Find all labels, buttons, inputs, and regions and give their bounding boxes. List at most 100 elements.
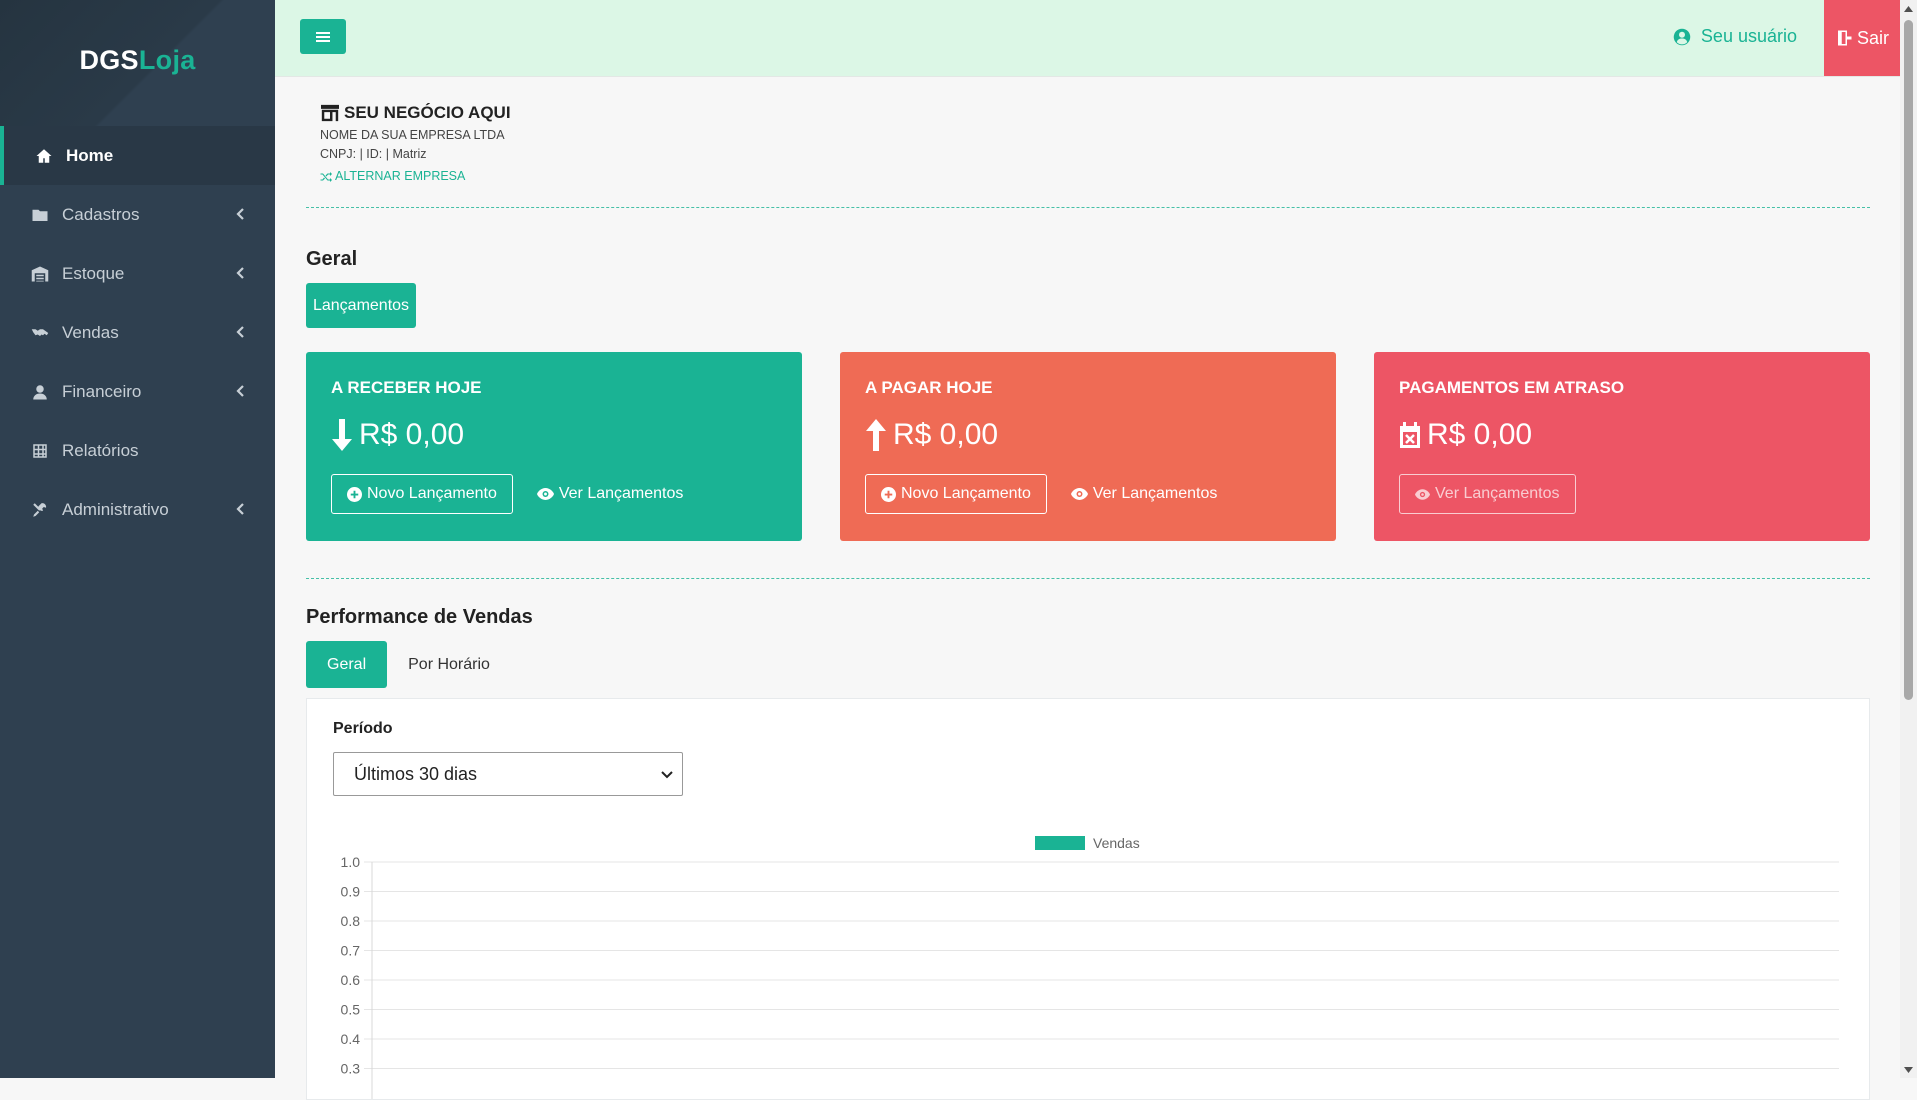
- period-select-value: Últimos 30 dias: [354, 763, 478, 784]
- card-actions: Novo Lançamento Ver Lançamentos: [331, 474, 683, 514]
- y-tick-label: 0.6: [341, 972, 361, 988]
- sidebar-item-vendas[interactable]: Vendas: [0, 303, 275, 362]
- page-scrollbar[interactable]: [1900, 0, 1917, 1078]
- card-amount-value: R$ 0,00: [359, 418, 465, 451]
- plus-circle-icon: [347, 486, 362, 502]
- legend-swatch: [1035, 836, 1085, 850]
- arrow-down-icon: [332, 419, 352, 451]
- warehouse-icon: [30, 264, 50, 284]
- calendar-x-icon: [1400, 422, 1420, 448]
- view-entries-link[interactable]: Ver Lançamentos: [536, 485, 684, 503]
- sales-performance-section: Performance de Vendas Geral Por Horário …: [306, 606, 1870, 1100]
- sidebar-item-label: Financeiro: [62, 381, 142, 401]
- sidebar-item-label: Estoque: [62, 263, 125, 283]
- sidebar-item-cadastros[interactable]: Cadastros: [0, 185, 275, 244]
- chevron-left-icon: [235, 266, 249, 281]
- tab-geral[interactable]: Geral: [306, 641, 388, 688]
- company-info: SEU NEGÓCIO AQUI NOME DA SUA EMPRESA LTD…: [320, 103, 1870, 183]
- main-content: SEU NEGÓCIO AQUI NOME DA SUA EMPRESA LTD…: [306, 76, 1870, 1100]
- card-title: A RECEBER HOJE: [331, 378, 482, 397]
- table-icon: [30, 441, 50, 461]
- performance-panel: Período Últimos 30 dias Vendas 1.0 0.9 0.8 0…: [306, 698, 1870, 1100]
- sales-performance-title: Performance de Vendas: [306, 606, 533, 628]
- view-entries-label: Ver Lançamentos: [558, 485, 684, 502]
- period-label: Período: [333, 720, 393, 737]
- sidebar-item-label: Home: [66, 145, 114, 165]
- new-entry-button[interactable]: Novo Lançamento: [865, 474, 1047, 514]
- hamburger-icon: [316, 31, 330, 42]
- section-divider: [306, 207, 1870, 208]
- sidebar-item-home[interactable]: Home: [0, 126, 275, 185]
- receivable-today-card: A RECEBER HOJE R$ 0,00 Novo Lançamento V…: [306, 352, 802, 541]
- door-exit-icon: [1837, 30, 1852, 46]
- home-icon: [34, 146, 54, 166]
- view-entries-link[interactable]: Ver Lançamentos: [1070, 485, 1218, 503]
- new-entry-button[interactable]: Novo Lançamento: [331, 474, 513, 514]
- sidebar-item-relatorios[interactable]: Relatórios: [0, 421, 275, 480]
- sidebar: DGSLoja Home Cadastros Estoque Vendas Fi…: [0, 0, 275, 1078]
- chevron-left-icon: [235, 325, 249, 340]
- scroll-up-arrow-icon[interactable]: [1900, 0, 1917, 17]
- card-amount-value: R$ 0,00: [1427, 418, 1533, 451]
- payable-today-card: A PAGAR HOJE R$ 0,00 Novo Lançamento Ver…: [840, 352, 1336, 541]
- card-title: A PAGAR HOJE: [865, 378, 993, 397]
- chevron-left-icon: [235, 384, 249, 399]
- money-user-icon: [30, 382, 50, 402]
- sidebar-item-administrativo[interactable]: Administrativo: [0, 480, 275, 539]
- shuffle-icon: [320, 171, 332, 182]
- legend-label: Vendas: [1093, 835, 1140, 851]
- sidebar-menu: Home Cadastros Estoque Vendas Financeiro…: [0, 126, 275, 539]
- switch-company-link[interactable]: ALTERNAR EMPRESA: [320, 169, 1870, 183]
- user-menu-link[interactable]: Seu usuário: [1673, 26, 1797, 47]
- summary-cards: A RECEBER HOJE R$ 0,00 Novo Lançamento V…: [306, 352, 1870, 541]
- company-title-text: SEU NEGÓCIO AQUI: [344, 103, 511, 122]
- tools-icon: [30, 500, 50, 520]
- logout-button[interactable]: Sair: [1824, 0, 1900, 76]
- sidebar-item-label: Relatórios: [62, 440, 139, 460]
- eye-icon: [536, 488, 554, 500]
- arrow-up-icon: [866, 419, 886, 451]
- chevron-down-icon: [661, 771, 673, 779]
- brand-logo[interactable]: DGSLoja: [0, 0, 275, 126]
- performance-tabs: Geral Por Horário: [306, 641, 1870, 688]
- view-entries-label: Ver Lançamentos: [1435, 485, 1560, 502]
- entries-button[interactable]: Lançamentos: [306, 283, 416, 328]
- view-entries-button[interactable]: Ver Lançamentos: [1399, 474, 1576, 514]
- eye-icon: [1415, 488, 1430, 500]
- card-actions: Novo Lançamento Ver Lançamentos: [865, 474, 1217, 514]
- card-amount: R$ 0,00: [1399, 418, 1532, 452]
- y-tick-label: 0.5: [341, 1002, 361, 1018]
- period-select[interactable]: Últimos 30 dias: [333, 752, 683, 796]
- top-navbar: Seu usuário Sair: [275, 0, 1900, 77]
- brand-text-secondary: Loja: [138, 44, 196, 75]
- sidebar-item-financeiro[interactable]: Financeiro: [0, 362, 275, 421]
- handshake-icon: [30, 323, 50, 343]
- new-entry-label: Novo Lançamento: [367, 485, 497, 502]
- general-title: Geral: [306, 248, 358, 270]
- store-icon: [321, 104, 339, 122]
- folder-icon: [30, 205, 50, 225]
- view-entries-label: Ver Lançamentos: [1092, 485, 1218, 502]
- y-tick-label: 0.3: [341, 1061, 361, 1077]
- user-name: Seu usuário: [1700, 26, 1797, 46]
- sidebar-toggle-button[interactable]: [300, 19, 346, 54]
- company-details: CNPJ: | ID: | Matriz: [320, 147, 427, 161]
- y-tick-label: 0.8: [341, 913, 361, 929]
- tab-por-horario[interactable]: Por Horário: [387, 641, 511, 688]
- scrollbar-thumb[interactable]: [1904, 20, 1913, 700]
- sales-chart: Vendas 1.0 0.9 0.8 0.7 0.6 0.5 0.4 0.3: [341, 835, 1839, 1099]
- card-actions: Ver Lançamentos: [1399, 474, 1576, 514]
- card-amount-value: R$ 0,00: [893, 418, 999, 451]
- sidebar-item-label: Cadastros: [62, 204, 140, 224]
- chevron-left-icon: [235, 207, 249, 222]
- y-tick-label: 0.4: [341, 1031, 361, 1047]
- y-tick-label: 1.0: [341, 854, 361, 870]
- sidebar-item-estoque[interactable]: Estoque: [0, 244, 275, 303]
- switch-company-label: ALTERNAR EMPRESA: [335, 169, 466, 183]
- sidebar-item-label: Administrativo: [62, 499, 169, 519]
- chevron-left-icon: [235, 502, 249, 517]
- scroll-down-arrow-icon[interactable]: [1900, 1061, 1917, 1078]
- y-tick-label: 0.7: [341, 943, 361, 959]
- overdue-payments-card: PAGAMENTOS EM ATRASO R$ 0,00 Ver Lançame…: [1374, 352, 1870, 541]
- company-title: SEU NEGÓCIO AQUI: [320, 103, 1870, 123]
